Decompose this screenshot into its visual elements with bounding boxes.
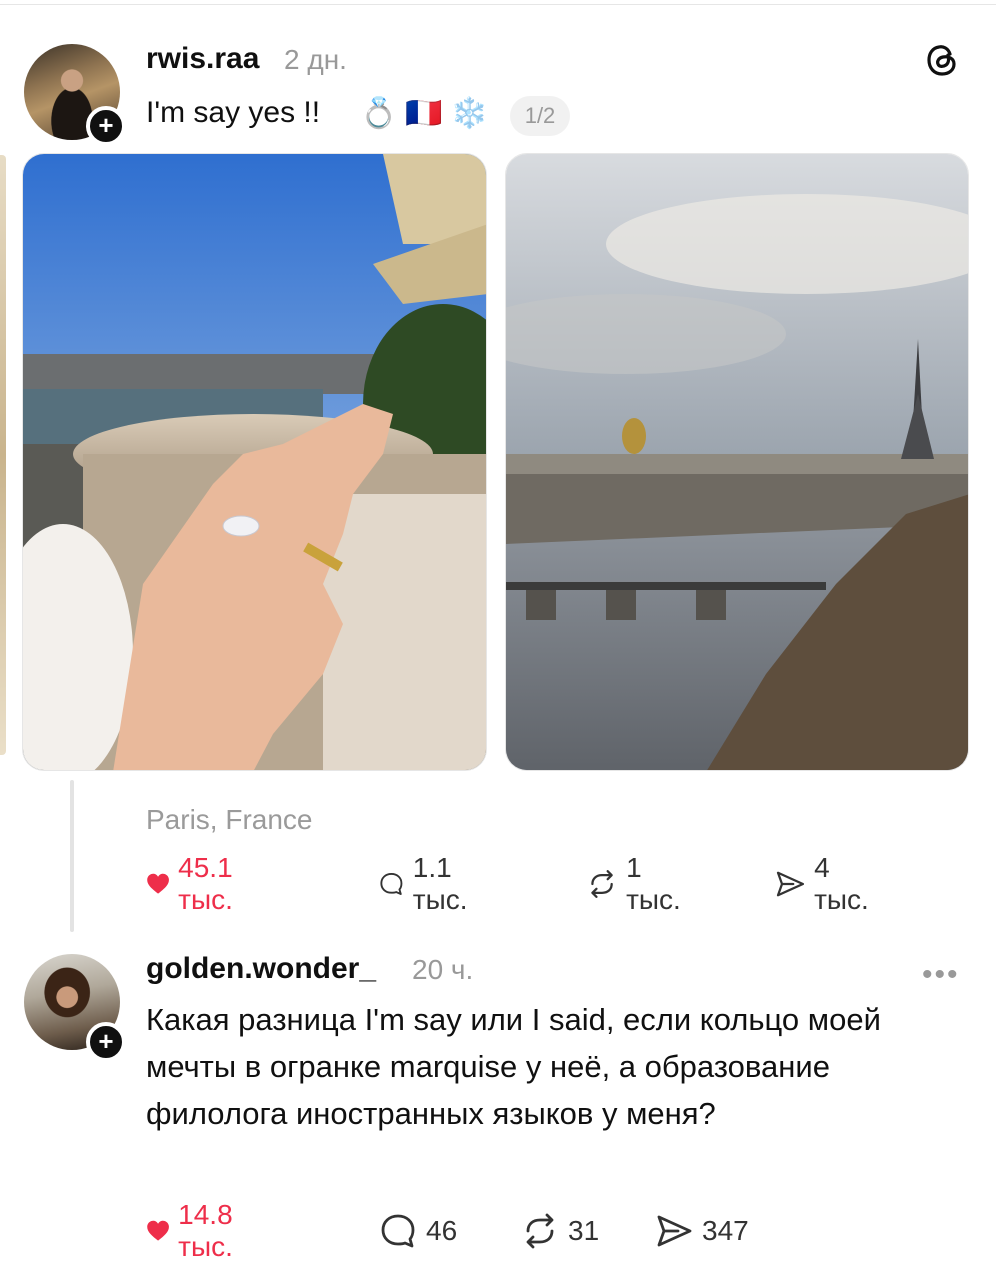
france-flag-emoji: 🇫🇷 [405, 97, 443, 130]
reply-share-button[interactable]: 347 [654, 1207, 749, 1255]
like-count: 45.1 тыс. [178, 852, 233, 915]
reply-share-count: 347 [702, 1215, 749, 1246]
ring-emoji: 💍 [360, 97, 398, 130]
more-options-icon[interactable]: ••• [922, 958, 960, 992]
heart-icon [147, 1220, 169, 1241]
share-button[interactable]: 4 тыс. [774, 852, 877, 915]
previous-image-peek[interactable] [0, 155, 6, 755]
heart-icon [147, 873, 169, 894]
reply-like-count: 14.8 тыс. [178, 1199, 233, 1262]
post-username[interactable]: rwis.raa [146, 42, 259, 76]
repost-button[interactable]: 1 тыс. [586, 852, 689, 915]
post-image-ring[interactable] [22, 153, 487, 771]
thread-connector-line [70, 780, 74, 932]
reply-button[interactable]: 1.1 тыс. [378, 852, 481, 915]
top-divider [0, 4, 996, 5]
reply-reply-button[interactable]: 46 [378, 1207, 457, 1255]
share-count: 4 тыс. [814, 852, 869, 915]
follow-plus-icon[interactable]: + [86, 106, 126, 146]
reply-count: 1.1 тыс. [412, 852, 468, 915]
snowflake-emoji: ❄️ [450, 97, 489, 130]
reply-text: Какая разница I'm say или I said, если к… [146, 1002, 881, 1131]
reply-repost-count: 31 [568, 1215, 600, 1246]
comment-icon [380, 873, 403, 895]
reply-like-button[interactable]: 14.8 тыс. [146, 1199, 249, 1262]
repost-icon [526, 1213, 554, 1249]
send-icon [657, 1215, 692, 1247]
reply-reply-count: 46 [426, 1215, 458, 1246]
reply-timestamp: 20 ч. [412, 954, 474, 985]
reply-username[interactable]: golden.wonder_ [146, 952, 376, 986]
repost-icon [591, 870, 613, 898]
caption-emojis: 💍 🇫🇷 ❄️ [360, 92, 488, 136]
comment-icon [381, 1214, 415, 1248]
post-timestamp: 2 дн. [284, 44, 347, 75]
post-image-paris[interactable] [505, 153, 969, 771]
image-pager-badge: 1/2 [510, 96, 570, 136]
follow-plus-icon[interactable]: + [86, 1022, 126, 1062]
post-location[interactable]: Paris, France [146, 804, 313, 836]
reply-repost-button[interactable]: 31 [520, 1207, 599, 1255]
like-button[interactable]: 45.1 тыс. [146, 852, 249, 915]
repost-count: 1 тыс. [626, 852, 681, 915]
post-caption: I'm say yes !! [146, 96, 321, 129]
send-icon [776, 871, 805, 897]
threads-icon[interactable] [922, 40, 962, 80]
